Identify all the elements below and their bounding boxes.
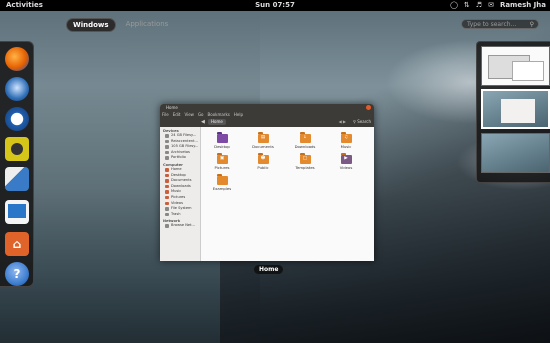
accessibility-icon[interactable]: ◯ (450, 0, 458, 11)
house-icon: ⌂ (12, 237, 22, 251)
drive-icon (165, 145, 169, 149)
question-mark-icon: ? (13, 267, 21, 281)
templates-folder-icon: □ (299, 153, 311, 164)
sidebar-item-label: Trash (171, 211, 181, 216)
dash: ⌂ ? (0, 41, 34, 287)
sidebar-item-browse-network[interactable]: Browse Net... (160, 223, 200, 229)
desktop-folder-icon (216, 132, 228, 143)
sidebar-item[interactable]: Portfolio (160, 155, 200, 161)
examples-folder-icon (216, 174, 228, 185)
drive-icon (165, 134, 169, 138)
file-label: Music (340, 144, 352, 149)
file-item-examples[interactable]: Examples (207, 174, 237, 191)
videos-folder-icon: ▶ (340, 153, 352, 164)
file-item-downloads[interactable]: ↓ Downloads (290, 132, 320, 149)
search-placeholder: Type to search... (467, 21, 517, 28)
rhythmbox-icon[interactable] (5, 137, 29, 161)
system-tray: ◯ ⇅ ♬ ✉ Ramesh Jha (450, 0, 546, 11)
file-item-music[interactable]: ♫ Music (331, 132, 361, 149)
documents-folder-icon: ▤ (257, 132, 269, 143)
folder-icon (165, 179, 169, 183)
network-icon (165, 224, 169, 228)
search-icon: ⚲ (529, 21, 534, 28)
shotwell-icon[interactable] (5, 167, 29, 191)
window-title: Home (166, 105, 178, 110)
file-item-public[interactable]: ☻ Public (248, 153, 278, 170)
mail-icon[interactable]: ✉ (488, 0, 494, 11)
top-bar: Activities Sun 07:57 ◯ ⇅ ♬ ✉ Ramesh Jha (0, 0, 550, 11)
file-item-templates[interactable]: □ Templates (290, 153, 320, 170)
close-icon[interactable] (366, 105, 371, 110)
empathy-icon[interactable] (5, 107, 29, 131)
view-selector: Windows Applications (66, 18, 174, 32)
sidebar-item-label: Browse Net... (171, 223, 195, 228)
sidebar-item-label: Portfolio (171, 155, 186, 160)
folder-icon (165, 168, 169, 172)
search-button[interactable]: ⚲ Search (353, 119, 371, 125)
folder-icon (165, 190, 169, 194)
search-label: Search (357, 119, 371, 124)
file-label: Downloads (294, 144, 316, 149)
firefox-icon[interactable] (5, 47, 29, 71)
menu-edit[interactable]: Edit (173, 111, 181, 118)
file-view: Desktop ▤ Documents ↓ Downloads ♫ Music … (201, 127, 374, 261)
file-label: Videos (339, 165, 353, 170)
downloads-folder-icon: ↓ (299, 132, 311, 143)
folder-icon (165, 195, 169, 200)
folder-icon (165, 173, 169, 178)
file-label: Desktop (214, 144, 230, 149)
folder-icon (165, 184, 169, 189)
drive-icon (165, 150, 169, 155)
home-folder-icon[interactable]: ⌂ (5, 232, 29, 256)
file-label: Templates (295, 165, 315, 170)
drive-icon (165, 207, 169, 211)
workspace-1[interactable] (481, 46, 550, 86)
window-titlebar[interactable]: Home (160, 104, 374, 111)
sidebar-item-trash[interactable]: Trash (160, 212, 200, 218)
menu-view[interactable]: View (184, 111, 194, 118)
music-folder-icon: ♫ (340, 132, 352, 143)
menu-bookmarks[interactable]: Bookmarks (208, 111, 230, 118)
back-icon[interactable]: ◀ (201, 119, 205, 125)
window-caption[interactable]: Home (254, 265, 284, 274)
tab-windows[interactable]: Windows (66, 18, 116, 32)
file-label: Examples (212, 186, 232, 191)
thunderbird-icon[interactable] (5, 77, 29, 101)
volume-icon[interactable]: ♬ (476, 0, 482, 11)
file-item-videos[interactable]: ▶ Videos (331, 153, 361, 170)
menu-bar: File Edit View Go Bookmarks Help (160, 111, 374, 118)
drive-icon (165, 139, 169, 144)
file-label: Documents (252, 144, 274, 149)
file-manager-window[interactable]: Home File Edit View Go Bookmarks Help ◀ … (160, 104, 374, 261)
file-item-documents[interactable]: ▤ Documents (248, 132, 278, 149)
file-label: Pictures (214, 165, 230, 170)
places-sidebar: Devices 24 GB Filesy... Reiaccentent... … (160, 127, 201, 261)
tab-applications[interactable]: Applications (120, 18, 175, 32)
help-icon[interactable]: ? (5, 262, 29, 286)
menu-go[interactable]: Go (198, 111, 204, 118)
file-item-desktop[interactable]: Desktop (207, 132, 237, 149)
workspace-switcher (476, 41, 550, 183)
workspace-3[interactable] (481, 133, 550, 173)
user-menu[interactable]: Ramesh Jha (500, 0, 546, 11)
writer-icon[interactable] (5, 200, 29, 224)
file-label: Public (257, 165, 269, 170)
breadcrumb[interactable]: Home (208, 119, 226, 125)
folder-icon (165, 201, 169, 206)
trash-icon (165, 212, 169, 217)
file-item-pictures[interactable]: ▣ Pictures (207, 153, 237, 170)
network-icon[interactable]: ⇅ (464, 0, 470, 11)
search-input[interactable]: Type to search... ⚲ (461, 19, 539, 29)
workspace-2[interactable] (481, 89, 550, 129)
pictures-folder-icon: ▣ (216, 153, 228, 164)
nav-arrows-icon[interactable]: ◀ ▶ (339, 119, 346, 124)
drive-icon (165, 156, 169, 160)
menu-file[interactable]: File (162, 111, 169, 118)
menu-help[interactable]: Help (234, 111, 243, 118)
public-folder-icon: ☻ (257, 153, 269, 164)
